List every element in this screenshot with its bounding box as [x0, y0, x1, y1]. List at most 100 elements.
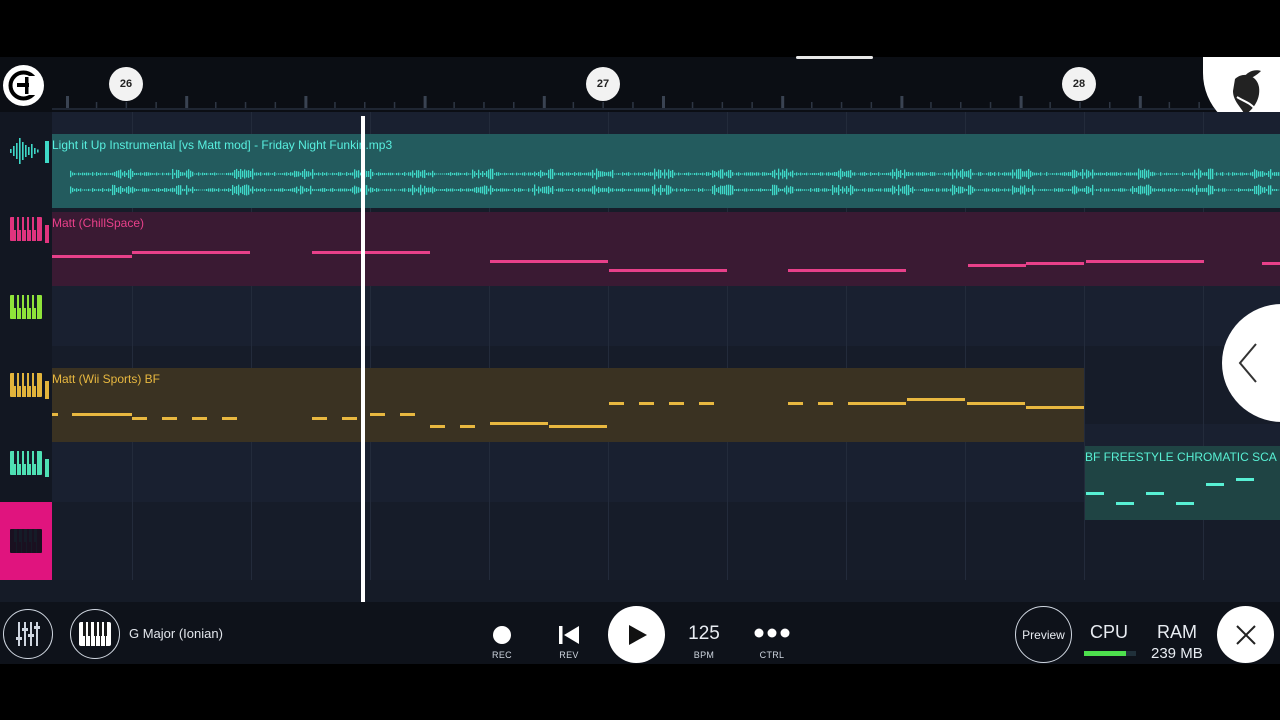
note[interactable] — [818, 402, 833, 405]
preview-button[interactable]: Preview — [1015, 606, 1072, 663]
track-icon-button[interactable] — [0, 268, 52, 346]
note[interactable] — [52, 255, 132, 258]
clip-label: BF FREESTYLE CHROMATIC SCA — [1085, 450, 1277, 464]
pattern-clip[interactable]: BF FREESTYLE CHROMATIC SCA — [1085, 446, 1280, 520]
play-button[interactable] — [608, 606, 665, 663]
note[interactable] — [312, 417, 327, 420]
piano-icon — [10, 217, 42, 241]
track-icon-button[interactable] — [0, 190, 52, 268]
note[interactable] — [222, 417, 237, 420]
piano-roll-button[interactable] — [70, 609, 120, 659]
record-button[interactable]: REC — [484, 622, 520, 660]
note[interactable] — [609, 402, 624, 405]
ram-value: 239 MB — [1151, 645, 1203, 662]
note[interactable] — [788, 402, 803, 405]
piano-icon — [10, 295, 42, 319]
note[interactable] — [52, 413, 58, 416]
note[interactable] — [907, 398, 965, 401]
note[interactable] — [669, 402, 684, 405]
ram-label: RAM — [1157, 622, 1197, 642]
tempo-label: BPM — [693, 650, 715, 660]
grid-line — [132, 502, 133, 580]
piano-icon — [10, 451, 42, 475]
close-button[interactable] — [1217, 606, 1274, 663]
record-icon — [493, 626, 511, 644]
note[interactable] — [490, 422, 548, 425]
cpu-meter — [1084, 651, 1136, 656]
clip-label: Matt (Wii Sports) BF — [52, 372, 161, 386]
mixer-button[interactable] — [3, 609, 53, 659]
grid-line — [1203, 346, 1204, 424]
scale-selector[interactable]: G Major (Ionian) — [129, 626, 223, 641]
track-color-strip — [45, 141, 49, 163]
more-dots-icon — [754, 628, 790, 638]
clip-label: Light it Up Instrumental [vs Matt mod] -… — [52, 138, 393, 152]
tempo-value[interactable]: 125 — [680, 623, 728, 645]
chevron-left-icon — [1238, 343, 1257, 383]
note[interactable] — [1086, 260, 1204, 263]
note[interactable] — [370, 413, 385, 416]
rewind-button[interactable]: REV — [551, 622, 587, 660]
note[interactable] — [1026, 262, 1084, 265]
note[interactable] — [460, 425, 475, 428]
pattern-clip[interactable]: Matt (ChillSpace) — [52, 212, 1280, 286]
note[interactable] — [1026, 406, 1084, 409]
note[interactable] — [1116, 502, 1134, 505]
note[interactable] — [1086, 492, 1104, 495]
cpu-label: CPU — [1090, 622, 1129, 642]
audio-waveform — [70, 168, 1280, 196]
track-icon-button[interactable] — [0, 502, 52, 580]
grid-line — [251, 502, 252, 580]
grid-line — [608, 502, 609, 580]
pattern-clip[interactable]: Light it Up Instrumental [vs Matt mod] -… — [52, 134, 1280, 208]
note[interactable] — [968, 264, 1026, 267]
track-icon-button[interactable] — [0, 346, 52, 424]
close-icon — [1235, 624, 1256, 645]
note[interactable] — [1236, 478, 1254, 481]
playhead[interactable] — [361, 116, 365, 602]
track-icon-button[interactable] — [0, 424, 52, 502]
note[interactable] — [72, 413, 132, 416]
note[interactable] — [132, 417, 147, 420]
note[interactable] — [609, 269, 727, 272]
controls-button[interactable]: CTRL — [750, 622, 794, 660]
note[interactable] — [400, 413, 415, 416]
play-icon — [629, 625, 647, 645]
track-color-strip — [45, 381, 49, 399]
record-label: REC — [492, 650, 512, 660]
note[interactable] — [342, 417, 357, 420]
piano-icon — [10, 373, 42, 397]
rewind-label: REV — [559, 650, 579, 660]
note[interactable] — [848, 402, 906, 405]
note[interactable] — [699, 402, 714, 405]
note[interactable] — [312, 251, 430, 254]
track-icon-button[interactable] — [0, 112, 52, 190]
grid-line — [489, 502, 490, 580]
mixer-sliders-icon — [16, 622, 40, 646]
grid-line — [370, 502, 371, 580]
piano-keys-icon — [79, 622, 111, 646]
note[interactable] — [430, 425, 445, 428]
grid-line — [727, 502, 728, 580]
clip-label: Matt (ChillSpace) — [52, 216, 145, 230]
app-logo-icon[interactable] — [3, 65, 44, 106]
note[interactable] — [1206, 483, 1224, 486]
piano-icon — [10, 529, 42, 553]
note[interactable] — [788, 269, 906, 272]
note[interactable] — [132, 251, 250, 254]
note[interactable] — [1176, 502, 1194, 505]
note[interactable] — [490, 260, 608, 263]
note[interactable] — [1146, 492, 1164, 495]
note[interactable] — [1262, 262, 1280, 265]
side-panel-toggle-button[interactable] — [1222, 304, 1280, 422]
note[interactable] — [162, 417, 177, 420]
grid-line — [1084, 346, 1085, 424]
grid-line — [846, 502, 847, 580]
note[interactable] — [192, 417, 207, 420]
note[interactable] — [639, 402, 654, 405]
note[interactable] — [967, 402, 1025, 405]
track-color-strip — [45, 225, 49, 243]
note[interactable] — [549, 425, 607, 428]
waveform-icon — [10, 138, 39, 164]
pattern-clip[interactable]: Matt (Wii Sports) BF — [52, 368, 1084, 442]
